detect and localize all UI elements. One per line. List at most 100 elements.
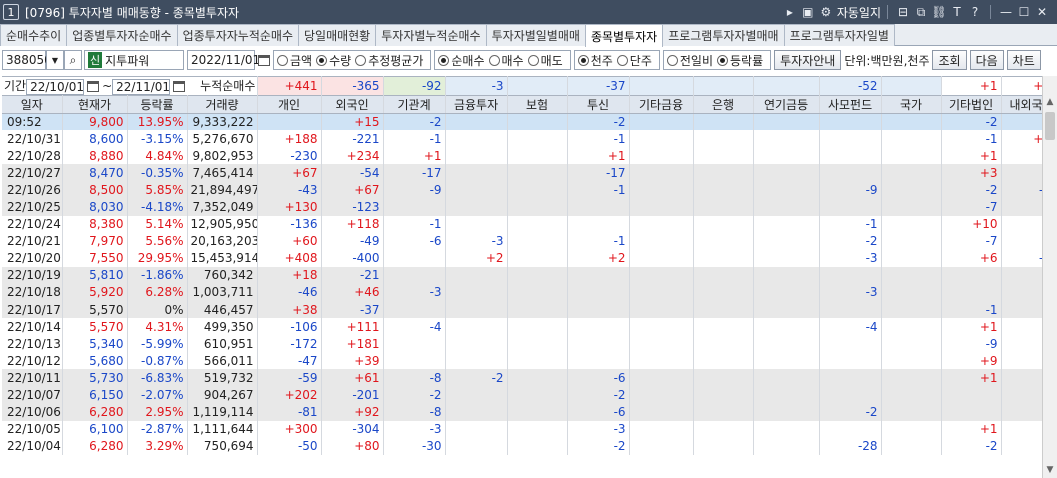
cell-13 xyxy=(819,266,882,284)
cell-14 xyxy=(881,164,942,182)
table-row[interactable]: 22/10/11 5,730 -6.83% 519,732 -59 +61 -8 -2 -6 +1… xyxy=(2,369,1057,387)
cell-1: 6,150 xyxy=(62,386,128,404)
column-header-0[interactable]: 일자 xyxy=(2,94,63,114)
cell-11 xyxy=(693,403,754,421)
maximize-icon[interactable]: ☐ xyxy=(1015,5,1033,19)
calendar-icon[interactable] xyxy=(173,81,186,92)
column-header-4[interactable]: 개인 xyxy=(257,94,322,114)
table-row[interactable]: 22/10/135,340-5.99%610,951-172+181-9-1 xyxy=(2,335,1057,353)
link-icon[interactable]: ⛓ xyxy=(930,5,948,19)
cell-5: -400 xyxy=(321,249,384,267)
scroll-up-icon[interactable]: ▲ xyxy=(1043,95,1057,110)
table-row[interactable]: 22/10/20 7,550 29.95% 15,453,914 +408 -400 +2 +… xyxy=(2,249,1057,267)
column-header-5[interactable]: 외국인 xyxy=(321,94,384,114)
minimize-icon[interactable]: — xyxy=(997,5,1015,19)
scroll-thumb[interactable] xyxy=(1045,112,1055,140)
cell-2: -2.07% xyxy=(127,386,188,404)
period-to-input[interactable]: 22/11/01 xyxy=(112,78,171,95)
stock-code-input[interactable]: 388050 xyxy=(2,50,52,70)
vertical-scrollbar[interactable]: ▲ ▼ xyxy=(1042,76,1057,478)
tab-6[interactable]: 종목별투자자 xyxy=(584,24,664,47)
table-row[interactable]: 22/10/27 8,470 -0.35% 7,465,414 +67 -54 -17 -17… xyxy=(2,164,1057,182)
table-row[interactable]: 22/10/28 8,880 4.84% 9,802,953 -230 +234 +1 +1 +… xyxy=(2,147,1057,165)
radio-opt4-1[interactable]: 등락률 xyxy=(717,52,763,69)
period-from-input[interactable]: 22/10/01 xyxy=(26,78,85,95)
table-row[interactable]: 22/10/195,810-1.86%760,342+18-21+3 xyxy=(2,266,1057,284)
gear-icon[interactable]: ⚙ xyxy=(817,5,835,19)
column-header-13[interactable]: 사모펀드 xyxy=(819,94,882,114)
cell-10 xyxy=(629,215,694,233)
cell-15: -1 xyxy=(941,130,1002,148)
column-header-8[interactable]: 보험 xyxy=(507,94,568,114)
scroll-down-icon[interactable]: ▼ xyxy=(1043,463,1057,478)
radio-opt4-0[interactable]: 전일비 xyxy=(666,52,713,69)
column-header-2[interactable]: 등락률 xyxy=(127,94,188,114)
cell-4: +202 xyxy=(257,386,322,404)
table-row[interactable]: 22/10/25 8,030 -4.18% 7,352,049 +130 -123 -7 xyxy=(2,198,1057,216)
column-header-6[interactable]: 기관계 xyxy=(383,94,446,114)
table-row[interactable]: 22/10/076,150-2.07%904,267+202-201-2-2+1 xyxy=(2,386,1057,404)
radio-opt3-0[interactable]: 천주 xyxy=(577,52,613,69)
cell-13 xyxy=(819,113,882,131)
cell-6: -2 xyxy=(383,113,446,131)
search-button[interactable]: ⌕ xyxy=(64,50,82,70)
auto-log-button[interactable]: 자동일지 xyxy=(837,4,881,21)
tab-3[interactable]: 당일매매현황 xyxy=(297,24,377,46)
tab-2[interactable]: 업종투자자누적순매수 xyxy=(176,24,299,46)
radio-opt1-0[interactable]: 금액 xyxy=(277,52,312,69)
cumulative-6 xyxy=(629,76,694,95)
calendar-icon[interactable] xyxy=(87,81,100,92)
memo-icon[interactable]: ▣ xyxy=(799,5,817,19)
column-header-10[interactable]: 기타금융 xyxy=(629,94,694,114)
radio-opt1-1[interactable]: 수량 xyxy=(316,52,351,69)
table-row[interactable]: 22/10/04 6,280 3.29% 750,694 -50 +80 -30 -2 -28 -… xyxy=(2,437,1057,455)
tab-5[interactable]: 투자자별일별매매 xyxy=(485,24,586,46)
play-icon[interactable]: ▸ xyxy=(781,5,799,19)
column-header-9[interactable]: 투신 xyxy=(567,94,630,114)
radio-opt2-0[interactable]: 순매수 xyxy=(438,52,485,69)
table-row[interactable]: 22/10/05 6,100 -2.87% 1,111,644 +300 -304 -3 -3… xyxy=(2,420,1057,438)
tab-1[interactable]: 업종별투자자순매수 xyxy=(66,24,178,46)
tab-4[interactable]: 투자자별누적순매수 xyxy=(375,24,487,46)
table-row[interactable]: 22/10/26 8,500 5.85% 21,894,497 -43 +67 -9 -1 -9… xyxy=(2,181,1057,199)
table-row[interactable]: 22/10/12 5,680 -0.87% 566,011 -47 +39 +9 xyxy=(2,352,1057,370)
table-row[interactable]: 22/10/31 8,600 -3.15% 5,276,670 +188 -221 -1 -1… xyxy=(2,130,1057,148)
market-badge: 신 xyxy=(88,52,103,68)
table-row[interactable]: 22/10/24 8,380 5.14% 12,905,950 -136 +118 -1 -1… xyxy=(2,215,1057,233)
chart-button[interactable]: 차트 xyxy=(1006,50,1041,70)
radio-opt2-1[interactable]: 매수 xyxy=(488,52,524,69)
help-icon[interactable]: ? xyxy=(966,5,984,19)
next-button[interactable]: 다음 xyxy=(969,50,1004,70)
column-header-14[interactable]: 국가 xyxy=(881,94,942,114)
cell-10 xyxy=(629,386,694,404)
date-input[interactable]: 2022/11/01 xyxy=(187,50,260,70)
layout-icon[interactable]: ⊟ xyxy=(894,5,912,19)
table-row[interactable]: 22/10/17 5,570 0% 446,457 +38 -37 -1 xyxy=(2,301,1057,319)
tab-7[interactable]: 프로그램투자자별매매 xyxy=(662,24,785,46)
radio-opt2-2[interactable]: 매도 xyxy=(527,52,563,69)
column-header-1[interactable]: 현재가 xyxy=(62,94,128,114)
column-header-7[interactable]: 금융투자 xyxy=(445,94,508,114)
column-header-3[interactable]: 거래량 xyxy=(187,94,258,114)
column-header-12[interactable]: 연기금등 xyxy=(753,94,820,114)
tab-0[interactable]: 순매수추이 xyxy=(0,24,68,46)
cell-2: -1.86% xyxy=(127,266,188,284)
radio-opt1-2[interactable]: 추정평균가 xyxy=(355,52,423,69)
table-row[interactable]: 22/10/21 7,970 5.56% 20,163,203 +60 -49 -6 -3 -1… xyxy=(2,232,1057,250)
font-size-icon[interactable]: T xyxy=(948,5,966,19)
column-header-15[interactable]: 기타법인 xyxy=(941,94,1002,114)
radio-opt3-1[interactable]: 단주 xyxy=(616,52,652,69)
table-row[interactable]: 09:52 9,800 13.95% 9,333,222 +15 -2 -2 -2 xyxy=(2,113,1057,131)
investor-guide-button[interactable]: 투자자안내 xyxy=(774,50,842,70)
table-row[interactable]: 22/10/185,9206.28%1,003,711-46+46-3-3+3 xyxy=(2,283,1057,302)
column-header-11[interactable]: 은행 xyxy=(693,94,754,114)
query-button[interactable]: 조회 xyxy=(932,50,967,70)
table-row[interactable]: 22/10/145,5704.31%499,350-106+111-4-4+1-… xyxy=(2,318,1057,336)
copy-window-icon[interactable]: ⧉ xyxy=(912,5,930,20)
table-row[interactable]: 22/10/066,2802.95%1,119,114-81+92-8-6-2-… xyxy=(2,403,1057,421)
close-icon[interactable]: ✕ xyxy=(1033,5,1051,19)
code-dropdown[interactable]: ▼ xyxy=(46,50,64,70)
cell-4 xyxy=(257,113,322,131)
tab-8[interactable]: 프로그램투자자일별 xyxy=(783,24,895,46)
calendar-icon[interactable] xyxy=(258,54,270,66)
